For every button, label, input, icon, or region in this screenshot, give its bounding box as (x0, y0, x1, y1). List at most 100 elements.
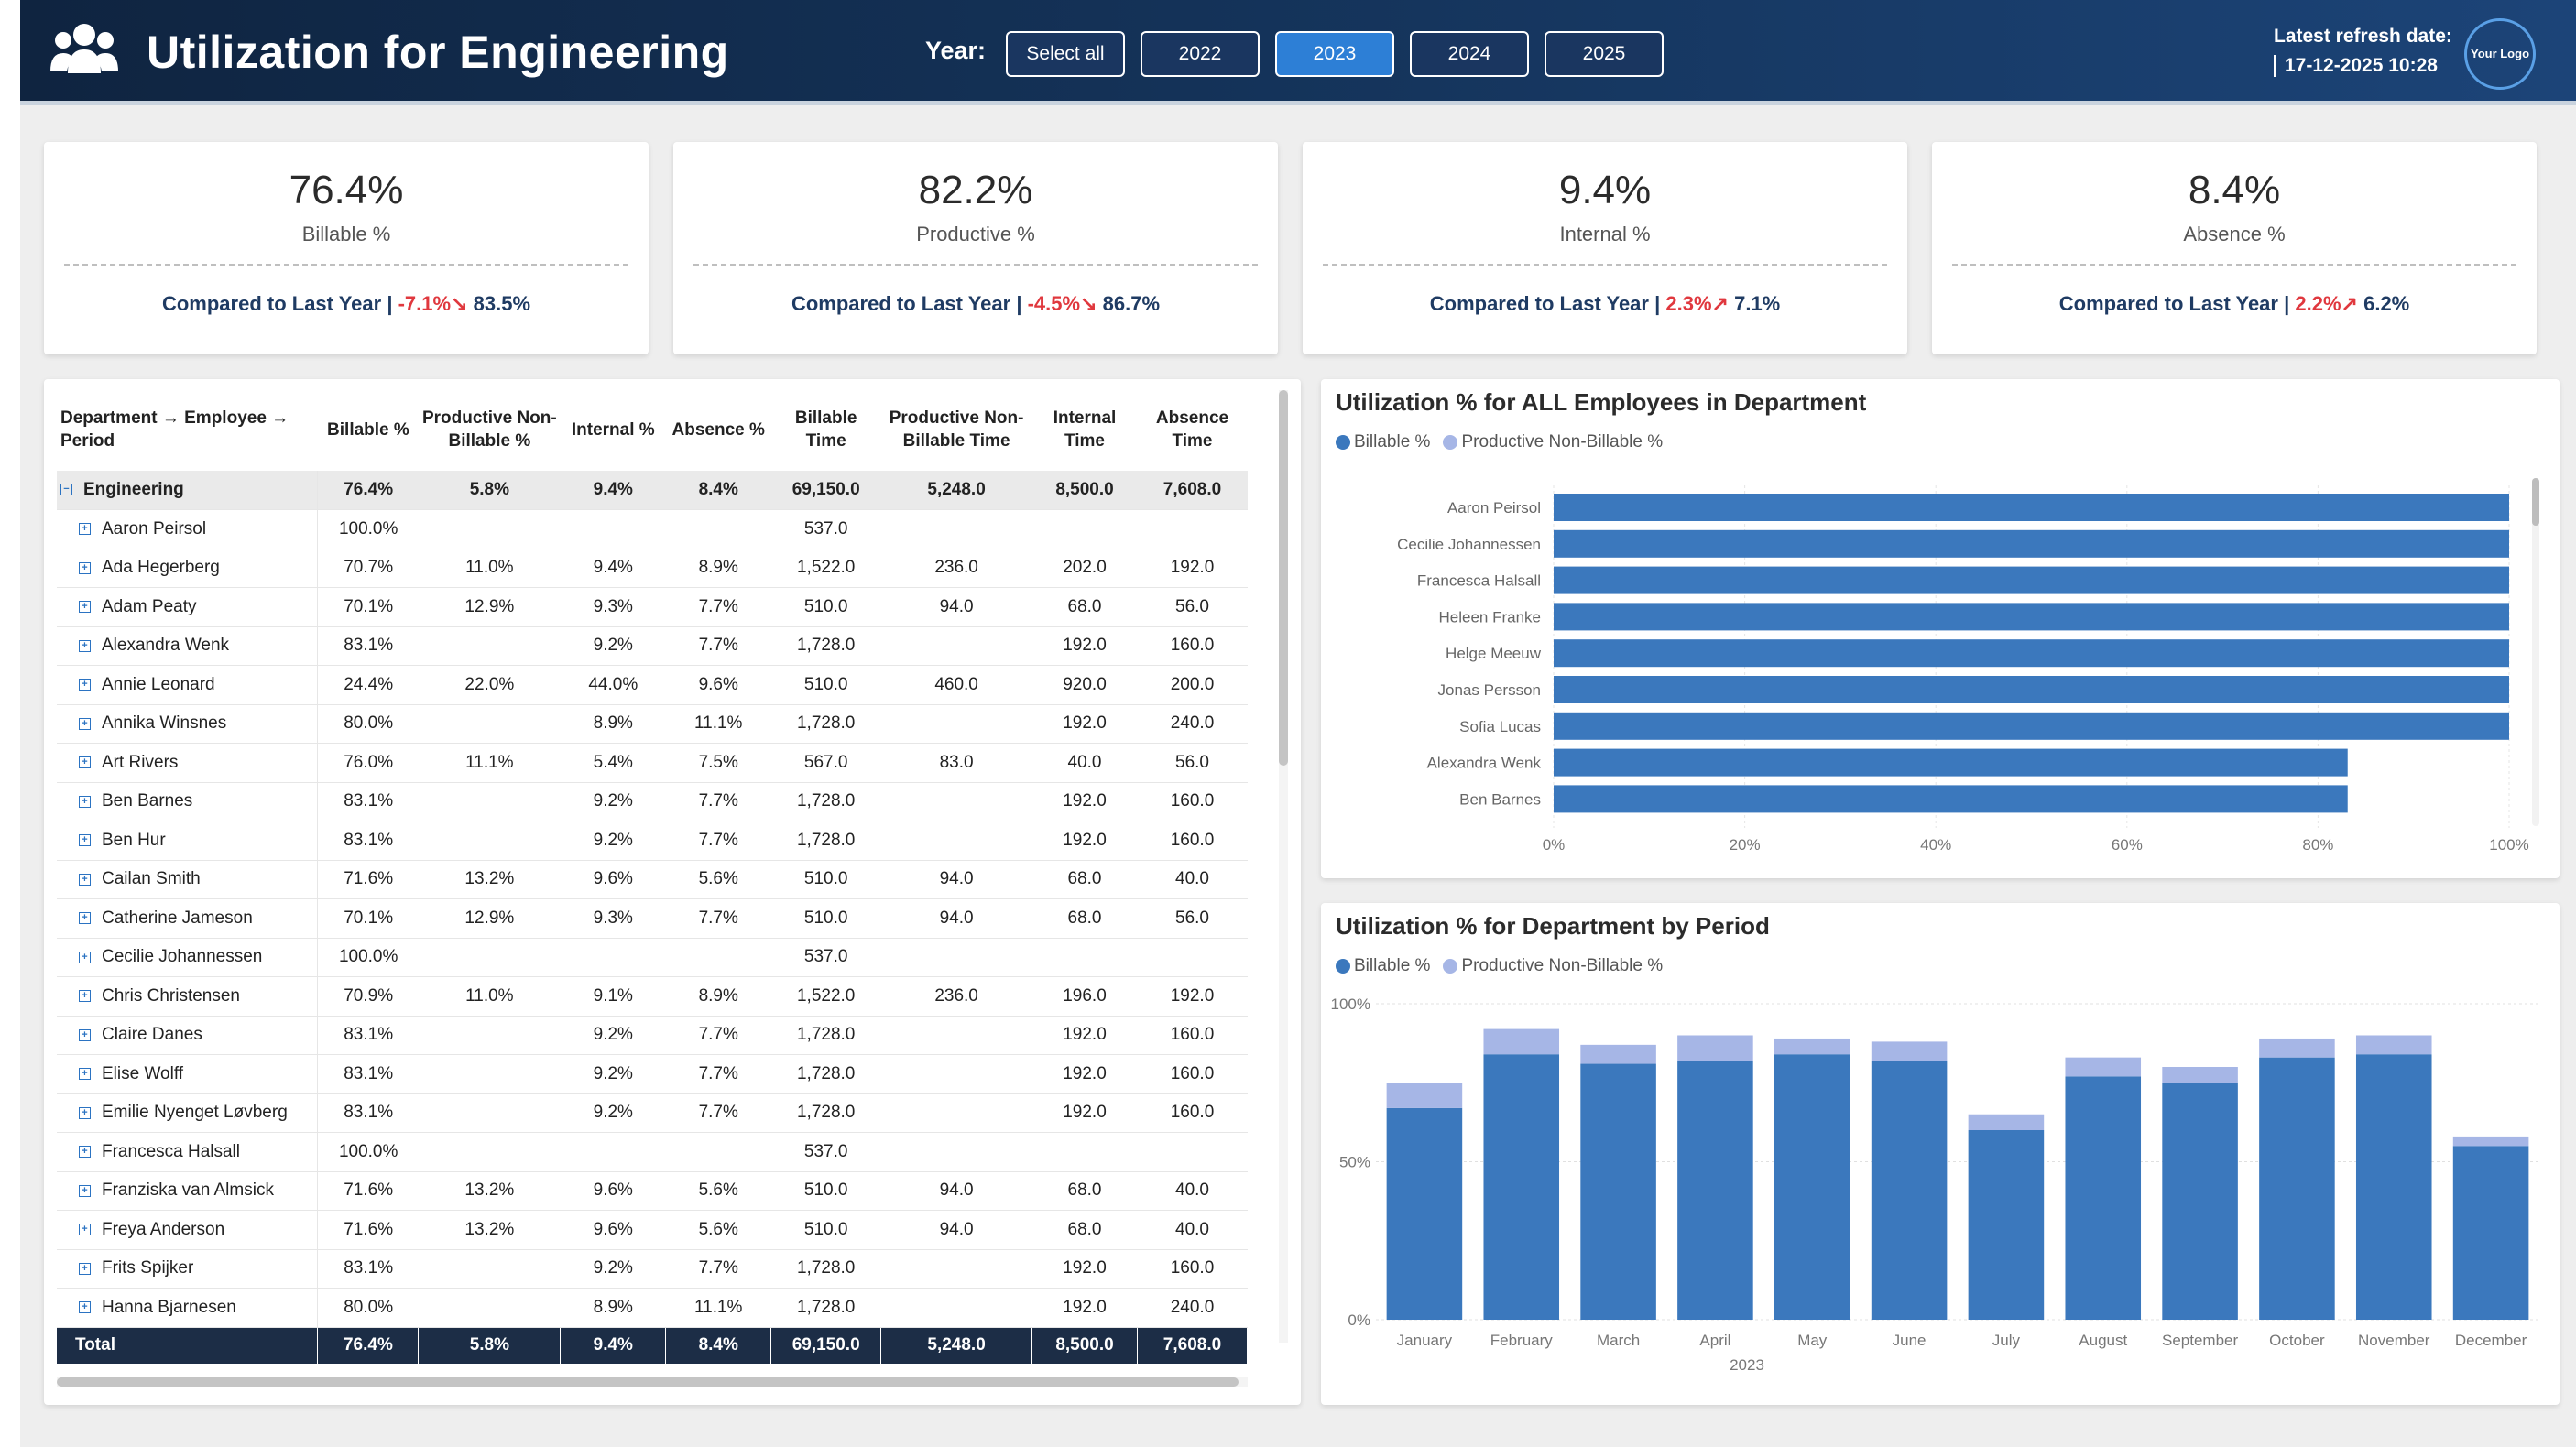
column-header-absence-pct[interactable]: Absence % (666, 390, 771, 471)
table-row[interactable]: + Hanna Bjarnesen 80.0% 8.9% 11.1% 1,728.0 192… (57, 1288, 1248, 1328)
bar-billable (1554, 712, 2509, 740)
cell-productive-non-billable (418, 1249, 561, 1289)
expand-icon[interactable]: + (79, 873, 91, 886)
row-label-text: Emilie Nyenget Løvberg (102, 1103, 288, 1123)
x-tick-label: April (1699, 1332, 1730, 1349)
cell-billable: 76.4% (317, 1327, 420, 1364)
column-header-internal-pct[interactable]: Internal % (561, 390, 666, 471)
row-label-wrap: + Emilie Nyenget Løvberg (60, 1103, 288, 1122)
cell-productive-non-billable (418, 1132, 561, 1172)
expand-icon[interactable]: + (79, 1301, 91, 1314)
row-label-wrap: + Claire Danes (60, 1025, 202, 1044)
expand-icon[interactable]: + (79, 1068, 91, 1081)
column-header-productive-nb-time[interactable]: Productive Non-Billable Time (881, 390, 1032, 471)
cell-billable: 100.0% (317, 509, 419, 549)
table-row[interactable]: + Catherine Jameson 70.1% 12.9% 9.3% 7.7% 510.… (57, 898, 1248, 939)
kpi-label: Billable % (301, 223, 391, 245)
column-header-hierarchy[interactable]: Department → Employee → Period (57, 390, 318, 471)
year-button-select-all[interactable]: Select all (1006, 31, 1125, 77)
row-label-wrap: + Annie Leonard (60, 675, 215, 694)
cell-internal: 9.2% (560, 1093, 666, 1133)
table-row[interactable]: + Ada Hegerberg 70.7% 11.0% 9.4% 8.9% 1,522.0 2… (57, 549, 1248, 588)
cell-billable: 71.6% (317, 860, 419, 899)
table-row[interactable]: + Francesca Halsall 100.0% 537.0 (57, 1132, 1248, 1172)
expand-icon[interactable]: + (79, 679, 91, 691)
bar-billable (1483, 1054, 1560, 1320)
cell-billable-time: 510.0 (770, 587, 881, 627)
expand-icon[interactable]: + (79, 795, 91, 808)
table-row[interactable]: + Freya Anderson 71.6% 13.2% 9.6% 5.6% 510.0 94… (57, 1210, 1248, 1250)
table-row[interactable]: + Chris Christensen 70.9% 11.0% 9.1% 8.9% 1,52… (57, 976, 1248, 1017)
table-row[interactable]: + Aaron Peirsol 100.0% 537.0 (57, 509, 1248, 549)
year-button-2025[interactable]: 2025 (1545, 31, 1664, 77)
collapse-icon[interactable]: − (60, 484, 72, 496)
expand-icon[interactable]: + (79, 756, 91, 769)
row-label-wrap: − Engineering (60, 480, 184, 499)
cell-billable: 71.6% (317, 1210, 419, 1250)
table-row[interactable]: + Emilie Nyenget Løvberg 83.1% 9.2% 7.7% 1,72… (57, 1093, 1248, 1133)
table-row[interactable]: + Claire Danes 83.1% 9.2% 7.7% 1,728.0 192.0 16… (57, 1016, 1248, 1055)
cell-absence-time: 7,608.0 (1137, 1327, 1249, 1364)
cell-internal: 9.6% (560, 860, 666, 899)
row-label-wrap: + Annika Winsnes (60, 713, 226, 733)
bar-billable (1554, 566, 2509, 594)
year-button-2022[interactable]: 2022 (1141, 31, 1260, 77)
chart-scrollbar (2532, 478, 2539, 826)
table-row[interactable]: + Art Rivers 76.0% 11.1% 5.4% 7.5% 567.0 83.0 40… (57, 743, 1248, 783)
column-header-internal-time[interactable]: Internal Time (1032, 390, 1138, 471)
x-tick-label: December (2455, 1332, 2527, 1349)
cell-productive-non-billable (418, 1093, 561, 1133)
table-row[interactable]: + Adam Peaty 70.1% 12.9% 9.3% 7.7% 510.0 94.0 68… (57, 587, 1248, 627)
table-row[interactable]: + Alexandra Wenk 83.1% 9.2% 7.7% 1,728.0 192.0… (57, 626, 1248, 666)
expand-icon[interactable]: + (79, 601, 91, 614)
x-tick-label: 40% (1920, 836, 1951, 854)
department-row[interactable]: − Engineering 76.4% 5.8% 9.4% 8.4% 69,150.0 5,2… (57, 471, 1248, 510)
column-header-billable-time[interactable]: Billable Time (771, 390, 881, 471)
kpi-card-absence: 8.4% Absence % Compared to Last Year | 2… (1932, 142, 2537, 354)
table-row[interactable]: + Franziska van Almsick 71.6% 13.2% 9.6% 5.6%… (57, 1171, 1248, 1211)
column-header-productive-nb-pct[interactable]: Productive Non-Billable % (419, 390, 561, 471)
scrollbar-thumb[interactable] (57, 1377, 1239, 1387)
cell-absence: 7.7% (665, 1093, 771, 1133)
table-row[interactable]: + Annie Leonard 24.4% 22.0% 44.0% 9.6% 510.0 46… (57, 665, 1248, 705)
total-row[interactable]: Total 76.4% 5.8% 9.4% 8.4% 69,150.0 5,248.0 8,5… (57, 1327, 1249, 1364)
cell-billable-time: 1,522.0 (770, 549, 881, 588)
cell-internal-time: 192.0 (1031, 626, 1138, 666)
delta-value: -7.1% (398, 292, 452, 315)
expand-icon[interactable]: + (79, 1146, 91, 1159)
table-row[interactable]: + Frits Spijker 83.1% 9.2% 7.7% 1,728.0 192.0 1… (57, 1249, 1248, 1289)
category-label: Francesca Halsall (1417, 572, 1541, 590)
table-row[interactable]: + Ben Hur 83.1% 9.2% 7.7% 1,728.0 192.0 160.0 (57, 821, 1248, 861)
expand-icon[interactable]: + (79, 951, 91, 963)
row-label-wrap: + Chris Christensen (60, 986, 240, 1006)
bar-productive-nb (1871, 1041, 1948, 1061)
column-header-billable-pct[interactable]: Billable % (318, 390, 419, 471)
expand-icon[interactable]: + (79, 1184, 91, 1197)
expand-icon[interactable]: + (79, 717, 91, 730)
expand-icon[interactable]: + (79, 1224, 91, 1236)
expand-icon[interactable]: + (79, 1262, 91, 1275)
vertical-scrollbar[interactable] (1279, 390, 1288, 1343)
expand-icon[interactable]: + (79, 1028, 91, 1041)
scrollbar-thumb[interactable] (1279, 390, 1288, 766)
expand-icon[interactable]: + (79, 561, 91, 574)
year-button-2023[interactable]: 2023 (1275, 31, 1394, 77)
expand-icon[interactable]: + (79, 1106, 91, 1119)
expand-icon[interactable]: + (79, 990, 91, 1003)
table-row[interactable]: + Annika Winsnes 80.0% 8.9% 11.1% 1,728.0 192.… (57, 704, 1248, 744)
expand-icon[interactable]: + (79, 639, 91, 652)
cell-internal-time (1031, 509, 1138, 549)
expand-icon[interactable]: + (79, 912, 91, 925)
row-label-text: Aaron Peirsol (102, 518, 207, 539)
table-row[interactable]: + Cecilie Johannessen 100.0% 537.0 (57, 938, 1248, 977)
table-row[interactable]: + Elise Wolff 83.1% 9.2% 7.7% 1,728.0 192.0 160… (57, 1054, 1248, 1094)
table-row[interactable]: + Cailan Smith 71.6% 13.2% 9.6% 5.6% 510.0 94.0… (57, 860, 1248, 899)
expand-icon[interactable]: + (79, 834, 91, 847)
expand-icon[interactable]: + (79, 523, 91, 536)
year-button-2024[interactable]: 2024 (1410, 31, 1529, 77)
row-label-text: Cecilie Johannessen (102, 947, 263, 967)
table-row[interactable]: + Ben Barnes 83.1% 9.2% 7.7% 1,728.0 192.0 160.… (57, 782, 1248, 821)
cell-absence-time: 160.0 (1137, 821, 1248, 861)
horizontal-scrollbar[interactable] (57, 1377, 1248, 1387)
column-header-absence-time[interactable]: Absence Time (1137, 390, 1247, 471)
